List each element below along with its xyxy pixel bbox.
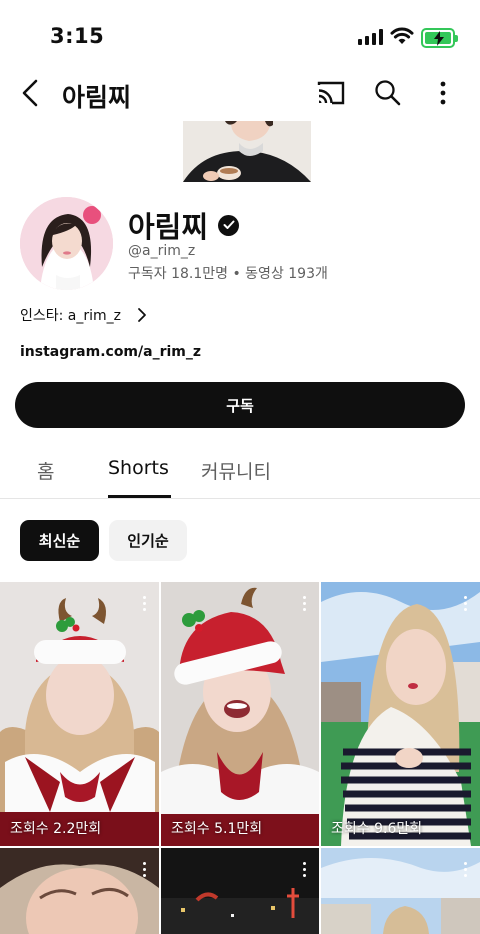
channel-description[interactable]: 인스타: a_rim_z	[20, 305, 147, 325]
channel-description-text: 인스타: a_rim_z	[20, 308, 122, 324]
status-bar: 3:15	[0, 0, 480, 70]
short-more-icon[interactable]	[303, 862, 307, 880]
short-view-count: 조회수 2.2만회	[10, 821, 102, 837]
status-time: 3:15	[50, 24, 105, 48]
battery-icon	[421, 28, 458, 48]
short-view-count: 조회수 9.6만회	[331, 821, 423, 837]
subscribe-button[interactable]: 구독	[15, 382, 465, 428]
short-more-icon[interactable]	[464, 862, 468, 880]
short-thumbnail[interactable]	[321, 848, 480, 934]
short-more-icon[interactable]	[303, 596, 307, 614]
cellular-signal-icon	[358, 29, 383, 45]
short-more-icon[interactable]	[143, 862, 147, 880]
channel-name: 아림찌	[128, 204, 240, 246]
tab-home[interactable]: 홈	[37, 457, 54, 484]
short-view-count: 조회수 5.1만회	[171, 821, 263, 837]
channel-banner	[183, 121, 311, 182]
chip-popular[interactable]: 인기순	[109, 520, 187, 561]
cast-icon[interactable]	[316, 80, 346, 106]
short-thumbnail[interactable]	[161, 848, 319, 934]
short-thumbnail[interactable]: 조회수 9.6만회	[321, 582, 480, 846]
active-tab-indicator	[108, 495, 171, 498]
chevron-right-icon	[138, 308, 146, 322]
back-arrow-icon[interactable]	[18, 78, 44, 108]
short-thumbnail[interactable]: 조회수 2.2만회	[0, 582, 159, 846]
short-thumbnail[interactable]	[0, 848, 159, 934]
top-app-bar: 아림찌	[0, 70, 480, 120]
channel-link[interactable]: instagram.com/a_rim_z	[20, 344, 201, 360]
verified-badge-icon	[218, 214, 240, 236]
wifi-icon	[390, 27, 414, 44]
search-icon[interactable]	[374, 79, 402, 107]
channel-handle: @a_rim_z	[128, 243, 196, 259]
more-options-icon[interactable]	[436, 79, 450, 107]
page-title: 아림찌	[62, 83, 132, 112]
tab-shorts[interactable]: Shorts	[108, 457, 169, 479]
short-more-icon[interactable]	[143, 596, 147, 614]
channel-avatar	[20, 197, 113, 290]
channel-name-text: 아림찌	[128, 210, 209, 244]
short-more-icon[interactable]	[464, 596, 468, 614]
short-thumbnail[interactable]: 조회수 5.1만회	[161, 582, 319, 846]
channel-tabs: 홈 Shorts 커뮤니티	[0, 440, 480, 499]
tab-community[interactable]: 커뮤니티	[201, 457, 271, 484]
channel-stats: 구독자 18.1만명 • 동영상 193개	[128, 266, 328, 282]
chip-latest[interactable]: 최신순	[20, 520, 99, 561]
